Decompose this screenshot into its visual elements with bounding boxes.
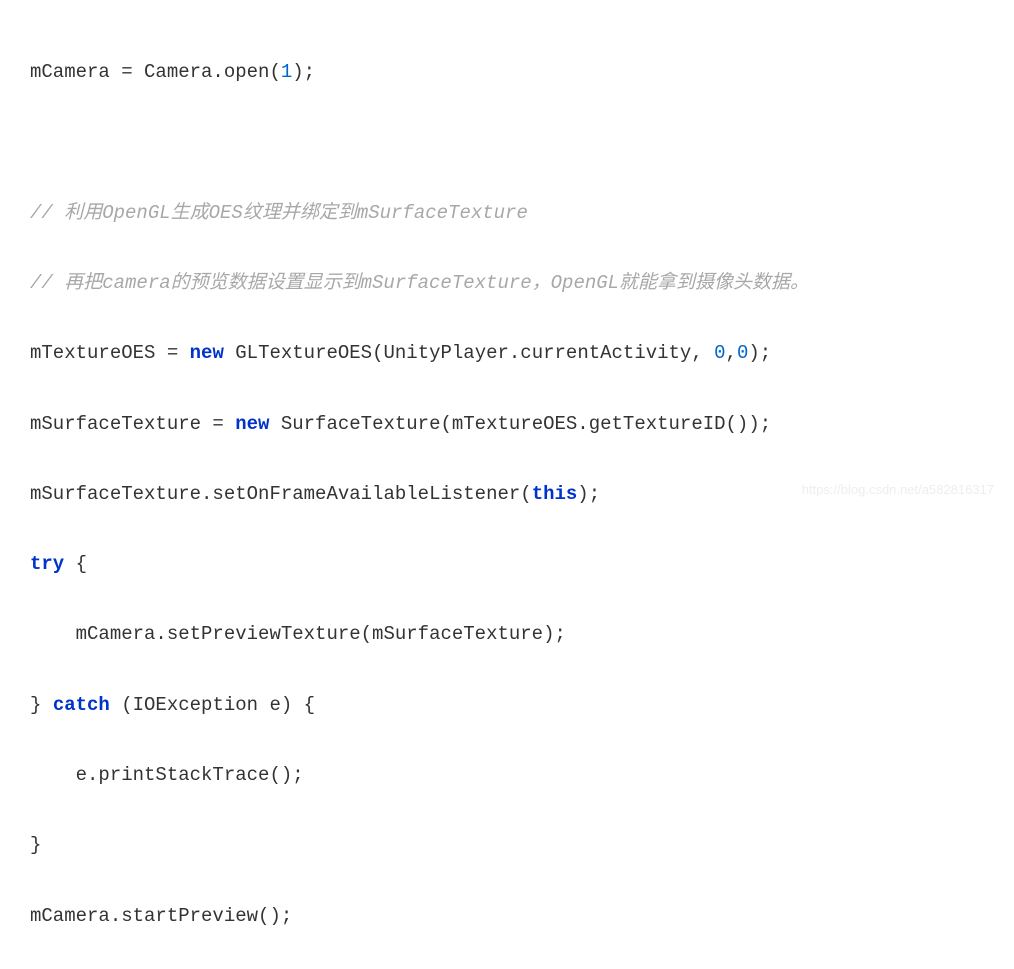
code-text: );: [577, 483, 600, 505]
code-indent: [30, 623, 76, 645]
code-line-11: e.printStackTrace();: [30, 758, 984, 793]
code-text: }: [30, 834, 41, 856]
code-keyword: try: [30, 553, 64, 575]
code-line-10: } catch (IOException e) {: [30, 688, 984, 723]
code-line-12: }: [30, 828, 984, 863]
code-text: ,: [726, 342, 737, 364]
code-comment: // 利用OpenGL生成OES纹理并绑定到mSurfaceTexture: [30, 202, 528, 224]
code-line-8: try {: [30, 547, 984, 582]
code-line-3: // 利用OpenGL生成OES纹理并绑定到mSurfaceTexture: [30, 196, 984, 231]
code-text: (IOException e) {: [110, 694, 315, 716]
code-text: mSurfaceTexture.setOnFrameAvailableListe…: [30, 483, 532, 505]
code-keyword: catch: [53, 694, 110, 716]
code-comment: // 再把camera的预览数据设置显示到mSurfaceTexture，Ope…: [30, 272, 809, 294]
code-number: 1: [281, 61, 292, 83]
code-line-9: mCamera.setPreviewTexture(mSurfaceTextur…: [30, 617, 984, 652]
code-keyword: new: [190, 342, 224, 364]
code-text: mTextureOES =: [30, 342, 190, 364]
code-line-5: mTextureOES = new GLTextureOES(UnityPlay…: [30, 336, 984, 371]
code-line-6: mSurfaceTexture = new SurfaceTexture(mTe…: [30, 407, 984, 442]
code-indent: [30, 764, 76, 786]
code-text: mCamera.startPreview();: [30, 905, 292, 927]
code-text: );: [748, 342, 771, 364]
code-text: e.printStackTrace();: [76, 764, 304, 786]
code-keyword: this: [532, 483, 578, 505]
code-text: GLTextureOES(UnityPlayer.currentActivity…: [224, 342, 714, 364]
code-line-13: mCamera.startPreview();: [30, 899, 984, 934]
code-line-4: // 再把camera的预览数据设置显示到mSurfaceTexture，Ope…: [30, 266, 984, 301]
code-text: {: [64, 553, 87, 575]
code-number: 0: [714, 342, 725, 364]
code-text: }: [30, 694, 53, 716]
code-number: 0: [737, 342, 748, 364]
code-text: );: [292, 61, 315, 83]
watermark-text: https://blog.csdn.net/a582816317: [802, 478, 994, 502]
code-keyword: new: [235, 413, 269, 435]
code-text: mCamera = Camera.open(: [30, 61, 281, 83]
code-line-2: [30, 125, 984, 160]
code-line-1: mCamera = Camera.open(1);: [30, 55, 984, 90]
code-text: SurfaceTexture(mTextureOES.getTextureID(…: [269, 413, 771, 435]
code-text: mCamera.setPreviewTexture(mSurfaceTextur…: [76, 623, 566, 645]
code-text: mSurfaceTexture =: [30, 413, 235, 435]
